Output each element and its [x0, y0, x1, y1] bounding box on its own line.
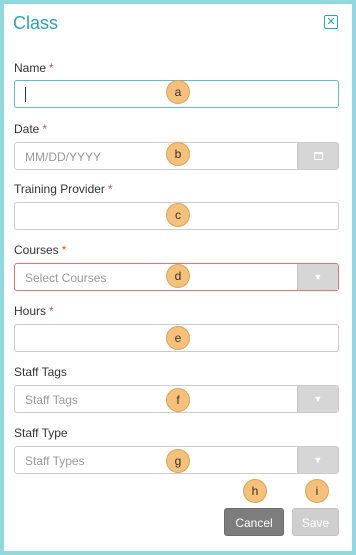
- close-button[interactable]: ✕: [324, 15, 338, 29]
- staff-tags-placeholder: Staff Tags: [25, 393, 78, 407]
- hours-label: Hours *: [14, 304, 54, 318]
- close-icon: ✕: [326, 16, 336, 28]
- marker-e: e: [166, 326, 190, 350]
- required-mark: *: [107, 182, 113, 196]
- date-label: Date *: [14, 122, 48, 136]
- text-caret: [25, 87, 26, 102]
- staff-type-placeholder: Staff Types: [25, 454, 85, 468]
- courses-label: Courses *: [14, 243, 67, 257]
- marker-a: a: [166, 80, 190, 104]
- marker-i: i: [305, 479, 329, 503]
- staff-type-dropdown-toggle[interactable]: ▼: [297, 447, 338, 473]
- staff-tags-dropdown-toggle[interactable]: ▼: [297, 386, 338, 412]
- marker-f: f: [166, 388, 190, 412]
- required-mark: *: [49, 61, 54, 75]
- calendar-button[interactable]: [297, 143, 338, 169]
- chevron-down-icon: ▼: [313, 394, 323, 404]
- staff-type-label: Staff Type: [14, 426, 68, 440]
- courses-placeholder: Select Courses: [25, 271, 107, 285]
- name-label: Name *: [14, 61, 54, 75]
- marker-h: h: [243, 479, 267, 503]
- save-button[interactable]: Save: [292, 508, 339, 536]
- marker-g: g: [166, 449, 190, 473]
- marker-c: c: [166, 203, 190, 227]
- training-provider-label: Training Provider *: [14, 182, 113, 196]
- cancel-button[interactable]: Cancel: [224, 508, 284, 536]
- marker-d: d: [166, 264, 190, 288]
- staff-tags-label: Staff Tags: [14, 365, 67, 379]
- calendar-icon: [313, 152, 323, 160]
- courses-dropdown-toggle[interactable]: ▼: [297, 264, 338, 290]
- marker-b: b: [166, 142, 190, 166]
- required-mark: *: [49, 304, 54, 318]
- chevron-down-icon: ▼: [313, 455, 323, 465]
- dialog-title: Class: [13, 13, 59, 33]
- date-placeholder: MM/DD/YYYY: [25, 150, 102, 164]
- chevron-down-icon: ▼: [313, 272, 323, 282]
- required-mark: *: [61, 243, 67, 257]
- required-mark: *: [42, 122, 48, 136]
